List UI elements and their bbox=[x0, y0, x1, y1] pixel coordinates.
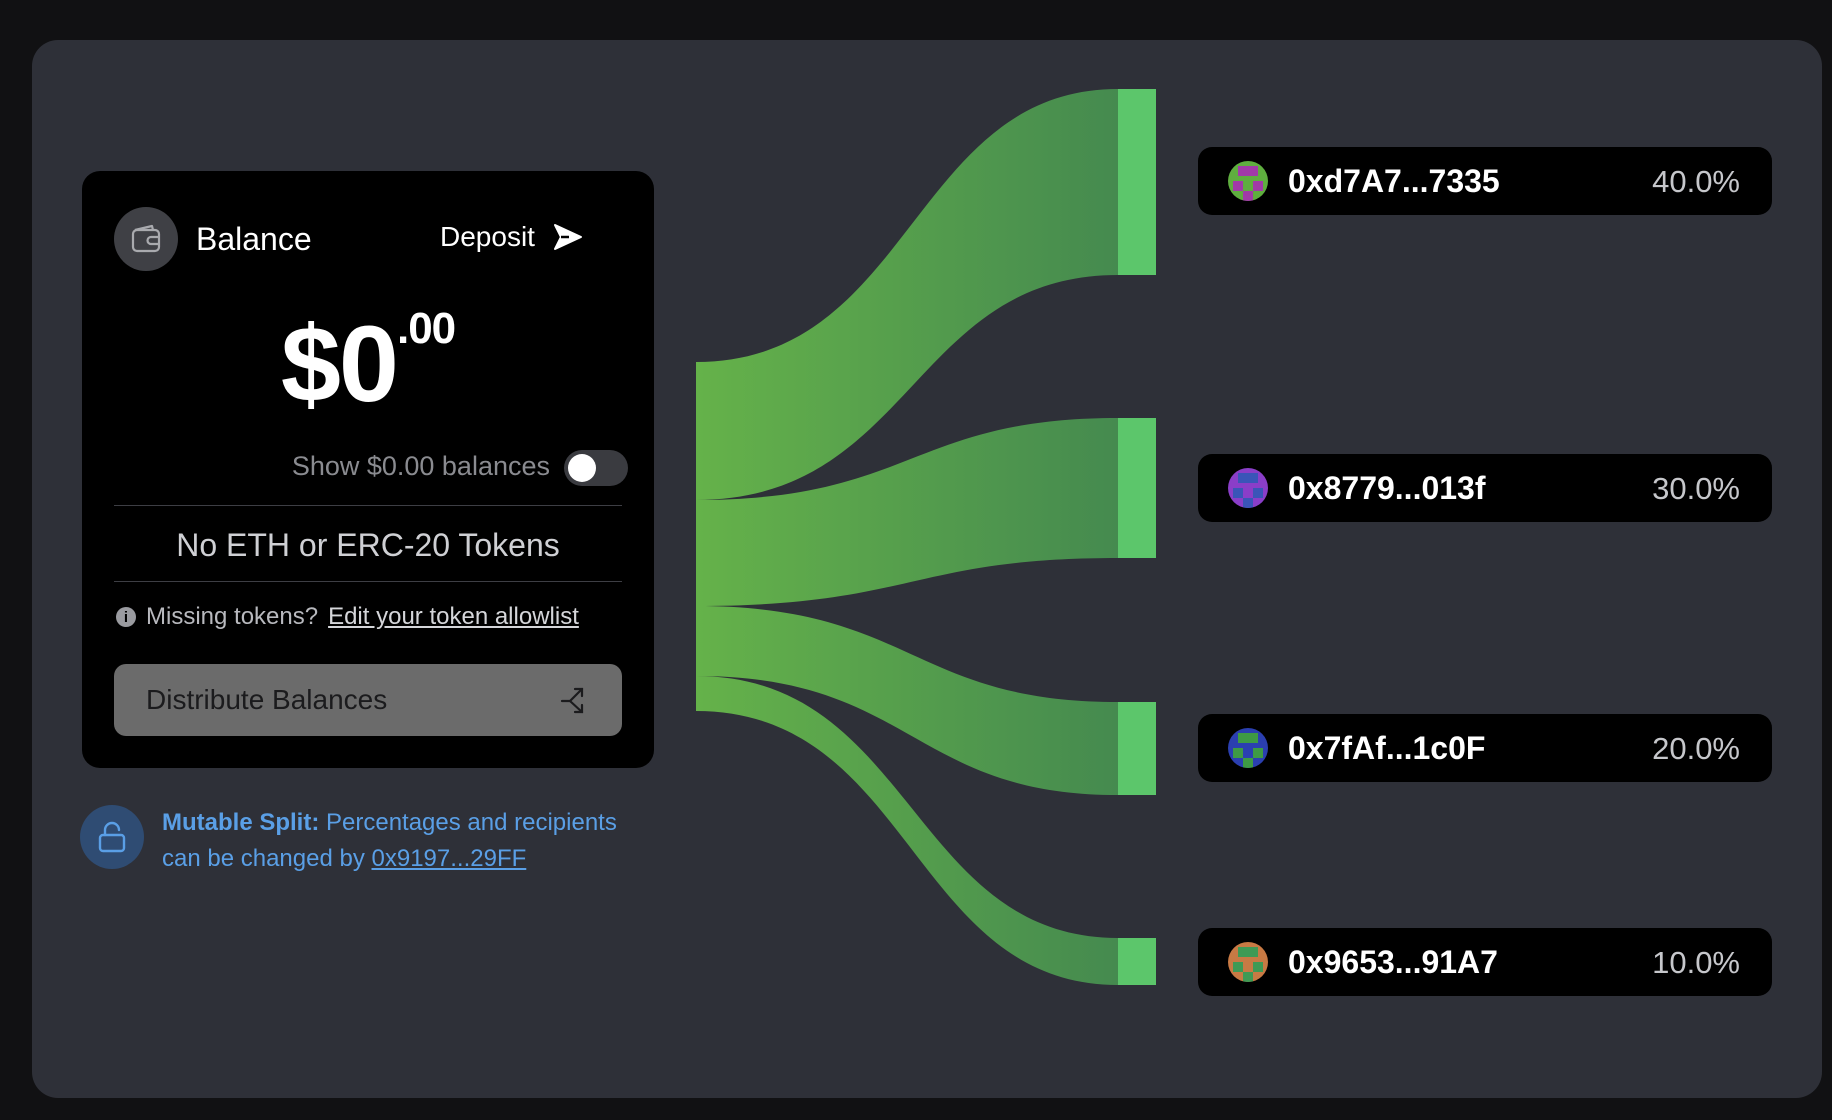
recipient-avatar bbox=[1228, 161, 1268, 201]
recipient-percent: 10.0% bbox=[1652, 945, 1740, 980]
recipient-percent: 40.0% bbox=[1652, 164, 1740, 199]
recipient-row[interactable]: 0x9653...91A7 10.0% bbox=[1198, 928, 1772, 996]
show-zero-label: Show $0.00 balances bbox=[291, 451, 550, 481]
balance-amount-cents: .00 bbox=[396, 304, 456, 353]
send-icon bbox=[553, 224, 582, 250]
divider bbox=[114, 505, 622, 506]
show-zero-toggle[interactable] bbox=[564, 450, 628, 486]
deposit-label: Deposit bbox=[440, 221, 535, 252]
balance-card: Balance Deposit $0.00 Show $0.00 balance… bbox=[82, 171, 654, 768]
info-icon: i bbox=[116, 607, 136, 627]
deposit-button[interactable]: Deposit bbox=[440, 215, 583, 259]
distribute-label: Distribute Balances bbox=[146, 684, 388, 715]
flow-bar-4 bbox=[1118, 938, 1156, 985]
edit-allowlist-link[interactable]: Edit your token allowlist bbox=[328, 603, 579, 631]
unlock-icon bbox=[80, 805, 144, 869]
flow-bar-3 bbox=[1118, 702, 1156, 795]
recipient-address: 0x7fAf...1c0F bbox=[1288, 730, 1486, 766]
recipient-address: 0x9653...91A7 bbox=[1288, 944, 1498, 980]
mutable-split-notice: Mutable Split: Percentages and recipient… bbox=[80, 805, 662, 877]
recipient-percent: 20.0% bbox=[1652, 731, 1740, 766]
balance-amount-whole: $0 bbox=[280, 303, 399, 424]
distribute-balances-button[interactable]: Distribute Balances bbox=[114, 664, 622, 736]
balance-title: Balance bbox=[196, 221, 312, 257]
recipient-row[interactable]: 0xd7A7...7335 40.0% bbox=[1198, 147, 1772, 215]
mutable-split-label: Mutable Split: bbox=[162, 809, 320, 836]
recipient-percent: 30.0% bbox=[1652, 471, 1740, 506]
recipient-avatar bbox=[1228, 728, 1268, 768]
controller-address-link[interactable]: 0x9197...29FF bbox=[372, 845, 527, 872]
empty-tokens-message: No ETH or ERC-20 Tokens bbox=[176, 527, 560, 563]
wallet-icon bbox=[114, 207, 178, 271]
recipient-avatar bbox=[1228, 942, 1268, 982]
divider bbox=[114, 581, 622, 582]
recipient-address: 0xd7A7...7335 bbox=[1288, 163, 1500, 199]
flow-bar-1 bbox=[1118, 89, 1156, 275]
recipient-address: 0x8779...013f bbox=[1288, 470, 1486, 506]
balance-amount: $0.00 bbox=[82, 301, 654, 426]
flow-bar-2 bbox=[1118, 418, 1156, 558]
toggle-knob bbox=[568, 454, 596, 482]
recipient-avatar bbox=[1228, 468, 1268, 508]
recipient-row[interactable]: 0x8779...013f 30.0% bbox=[1198, 454, 1772, 522]
split-arrow-icon bbox=[560, 687, 584, 714]
recipient-row[interactable]: 0x7fAf...1c0F 20.0% bbox=[1198, 714, 1772, 782]
mutable-split-text: Mutable Split: Percentages and recipient… bbox=[162, 805, 662, 877]
split-panel: Balance Deposit $0.00 Show $0.00 balance… bbox=[32, 40, 1822, 1098]
missing-tokens-text: Missing tokens? bbox=[146, 603, 319, 630]
missing-tokens-row: i Missing tokens? Edit your token allowl… bbox=[116, 603, 579, 631]
